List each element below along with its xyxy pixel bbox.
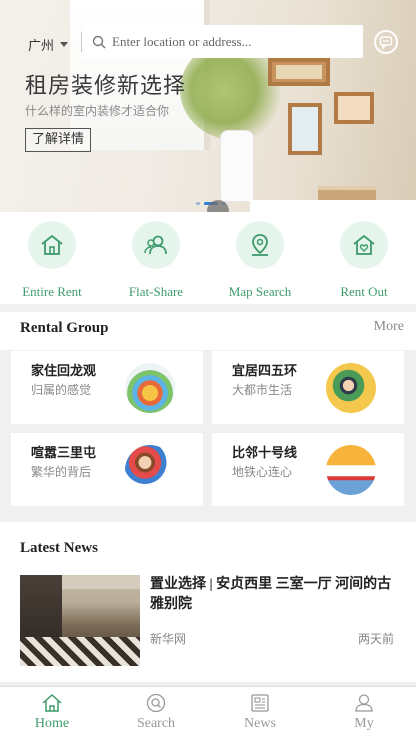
tab-home[interactable]: Home	[0, 687, 104, 736]
banner-vase	[220, 130, 254, 202]
group-card[interactable]: 喧嚣三里屯 繁华的背后	[11, 433, 203, 506]
train-icon	[326, 445, 376, 495]
tab-label: My	[354, 716, 374, 731]
tab-my[interactable]: My	[312, 687, 416, 736]
user-icon	[355, 694, 373, 712]
search-box[interactable]	[84, 25, 363, 58]
quick-nav-map-search[interactable]: Map Search	[208, 212, 312, 304]
news-title[interactable]: 置业选择 | 安贞西里 三室一厅 河间的古雅别院	[150, 575, 400, 615]
house-icon	[28, 221, 76, 269]
commuter-icon	[326, 363, 376, 413]
banner-frame	[288, 103, 322, 155]
group-card-subtitle: 地铁心连心	[232, 465, 293, 479]
tab-label: Home	[34, 716, 70, 731]
banner-books	[318, 186, 376, 200]
quick-nav-rent-out[interactable]: Rent Out	[312, 212, 416, 304]
group-card[interactable]: 宜居四五环 大都市生活	[212, 351, 404, 424]
news-time: 两天前	[357, 632, 394, 646]
group-card-subtitle: 繁华的背后	[31, 465, 92, 479]
tab-news[interactable]: News	[208, 687, 312, 736]
message-button[interactable]	[374, 30, 398, 54]
banner-subtitle: 什么样的室内装修才适合你	[25, 104, 170, 118]
search-input[interactable]	[112, 33, 352, 50]
group-card-title: 比邻十号线	[232, 446, 298, 461]
quick-nav-entire-rent[interactable]: Entire Rent	[0, 212, 104, 304]
search-icon	[92, 35, 106, 48]
news-section: Latest News 置业选择 | 安贞西里 三室一厅 河间的古雅别院 新华网…	[0, 522, 416, 682]
section-title: Latest News	[20, 540, 98, 556]
banner-details-button[interactable]: 了解详情	[25, 128, 92, 152]
group-card[interactable]: 比邻十号线 地铁心连心	[212, 433, 404, 506]
chat-bubble-icon	[379, 36, 393, 49]
people-icon	[132, 221, 180, 269]
section-title: Rental Group	[20, 320, 109, 336]
tab-label: News	[244, 716, 276, 731]
quick-nav: Entire Rent Flat-Share Map Search Rent O…	[0, 212, 416, 304]
quick-nav-label: Entire Rent	[22, 284, 82, 299]
news-source: 新华网	[150, 632, 187, 646]
more-link[interactable]: More	[374, 319, 404, 335]
rental-group-grid: 家住回龙观 归属的感觉 宜居四五环 大都市生活 喧嚣三里屯 繁华的背后 比邻十号…	[0, 350, 416, 514]
group-card-title: 宜居四五环	[232, 364, 298, 379]
buildings-icon	[125, 363, 175, 413]
group-card-subtitle: 大都市生活	[232, 383, 293, 397]
quick-nav-label: Rent Out	[340, 284, 388, 299]
banner-title: 租房装修新选择	[25, 74, 187, 99]
thumb-floor	[20, 637, 140, 666]
quick-nav-label: Map Search	[228, 284, 292, 299]
caret-down-icon	[60, 42, 69, 47]
tab-label: Search	[136, 716, 176, 731]
newspaper-icon	[251, 694, 269, 712]
quick-nav-flat-share[interactable]: Flat-Share	[104, 212, 208, 304]
group-card-title: 家住回龙观	[31, 364, 97, 379]
group-card-subtitle: 归属的感觉	[31, 383, 92, 397]
search-icon	[146, 693, 166, 713]
map-pin-icon	[236, 221, 284, 269]
tab-search[interactable]: Search	[104, 687, 208, 736]
banner-shelf	[250, 200, 416, 212]
carousel-dot[interactable]	[196, 202, 200, 205]
house-heart-icon	[340, 221, 388, 269]
friends-icon	[125, 445, 175, 495]
city-label: 广州	[28, 39, 55, 54]
tab-bar: Home Search News My	[0, 686, 416, 736]
rental-group-section: Rental Group More 家住回龙观 归属的感觉 宜居四五环 大都市生…	[0, 312, 416, 514]
home-icon	[42, 693, 62, 712]
banner-frame	[268, 58, 330, 86]
banner-frame	[334, 92, 374, 124]
group-card[interactable]: 家住回龙观 归属的感觉	[11, 351, 203, 424]
city-divider	[81, 32, 82, 52]
news-thumbnail[interactable]	[20, 575, 140, 666]
quick-nav-label: Flat-Share	[128, 284, 184, 299]
group-card-title: 喧嚣三里屯	[31, 446, 97, 461]
city-selector[interactable]: 广州	[28, 35, 69, 54]
